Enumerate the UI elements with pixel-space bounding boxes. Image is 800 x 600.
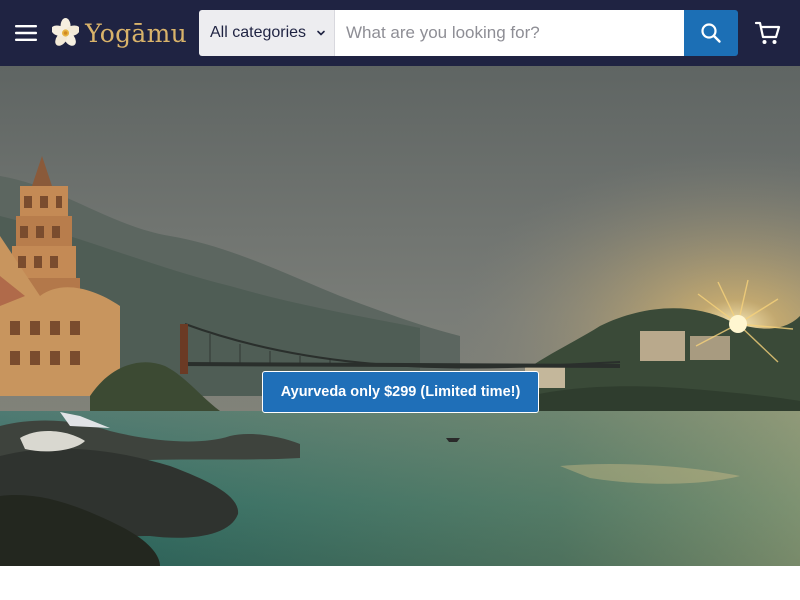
cart-button[interactable] bbox=[751, 17, 785, 49]
frangipani-flower-icon bbox=[52, 18, 80, 46]
site-header: Yogāmu All categories bbox=[0, 0, 800, 66]
river-bridge-sunset-photo bbox=[0, 66, 800, 566]
category-select[interactable]: All categories bbox=[199, 10, 335, 56]
site-logo[interactable]: Yogāmu bbox=[52, 12, 187, 54]
promo-button[interactable]: Ayurveda only $299 (Limited time!) bbox=[262, 371, 539, 413]
menu-button[interactable] bbox=[10, 18, 42, 48]
search-button[interactable] bbox=[684, 10, 738, 56]
hero-banner: Ayurveda only $299 (Limited time!) bbox=[0, 66, 800, 566]
chevron-down-icon bbox=[316, 29, 326, 37]
hamburger-menu-icon bbox=[15, 25, 37, 41]
search-bar: All categories bbox=[199, 10, 738, 56]
search-icon bbox=[701, 23, 721, 43]
shopping-cart-icon bbox=[754, 21, 781, 44]
search-input[interactable] bbox=[335, 10, 684, 56]
brand-name: Yogāmu bbox=[85, 18, 187, 48]
category-select-value: All categories bbox=[210, 24, 307, 41]
